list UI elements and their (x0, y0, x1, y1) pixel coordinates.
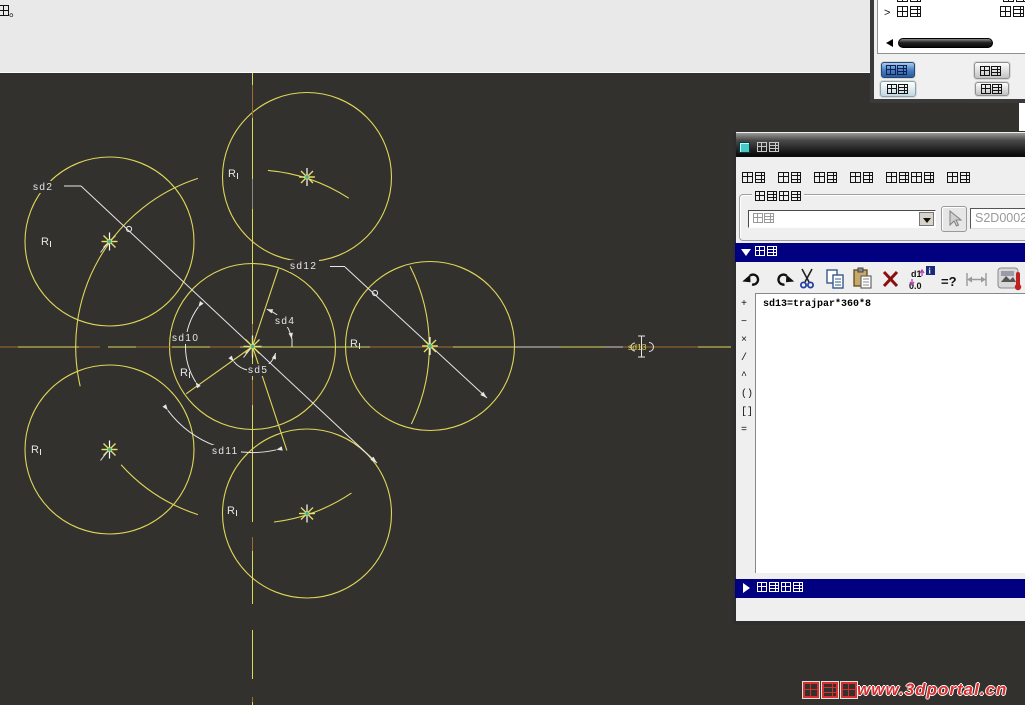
svg-text:d1: d1 (911, 269, 922, 279)
svg-text:sd13: sd13 (628, 342, 647, 352)
svg-text:sd2: sd2 (33, 182, 53, 193)
svg-text:R: R (31, 444, 39, 456)
svg-text:sd4: sd4 (275, 316, 295, 327)
svg-text:sd10: sd10 (172, 333, 199, 344)
svg-text:R: R (350, 338, 358, 350)
svg-text:sd5: sd5 (248, 365, 268, 376)
svg-text:sd11: sd11 (212, 446, 239, 457)
svg-text:=?: =? (941, 274, 957, 289)
svg-text:R: R (228, 168, 236, 180)
svg-text:R: R (180, 367, 188, 379)
svg-text:R: R (227, 505, 235, 517)
svg-text:sd12: sd12 (290, 261, 317, 272)
svg-text:R: R (41, 236, 49, 248)
